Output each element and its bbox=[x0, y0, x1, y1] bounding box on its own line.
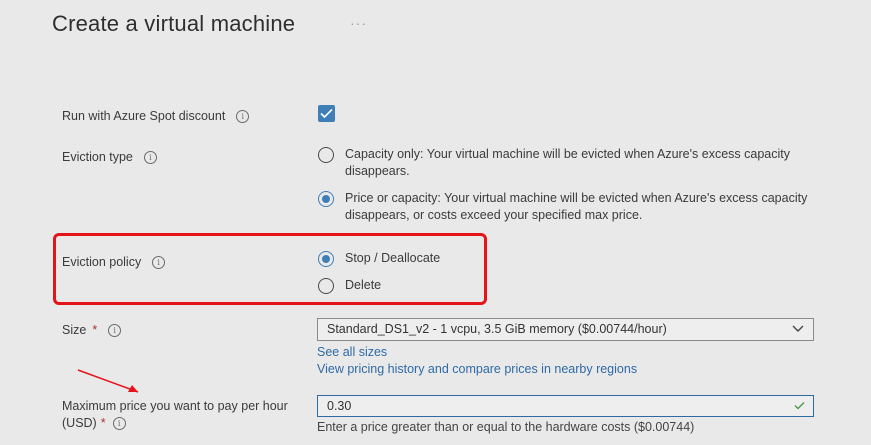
radio-label: Price or capacity: Your virtual machine … bbox=[345, 191, 808, 222]
pricing-history-link[interactable]: View pricing history and compare prices … bbox=[317, 362, 637, 376]
red-arrow-annotation bbox=[77, 369, 139, 393]
size-dropdown[interactable]: Standard_DS1_v2 - 1 vcpu, 3.5 GiB memory… bbox=[317, 318, 814, 341]
eviction-type-option-price-or-capacity[interactable]: Price or capacity: Your virtual machine … bbox=[318, 190, 825, 224]
max-price-label: Maximum price you want to pay per hour (… bbox=[62, 398, 288, 432]
radio-button[interactable] bbox=[318, 147, 334, 163]
radio-label: Delete bbox=[345, 278, 382, 292]
spot-discount-label-text: Run with Azure Spot discount bbox=[62, 109, 226, 123]
chevron-down-icon bbox=[792, 325, 804, 332]
eviction-type-label-text: Eviction type bbox=[62, 150, 133, 164]
radio-button-selected[interactable] bbox=[318, 191, 334, 207]
see-all-sizes-link[interactable]: See all sizes bbox=[317, 345, 387, 359]
max-price-label-line2-row: (USD) * i bbox=[62, 415, 288, 432]
size-dropdown-value: Standard_DS1_v2 - 1 vcpu, 3.5 GiB memory… bbox=[327, 322, 667, 336]
page-title: Create a virtual machine bbox=[52, 11, 296, 36]
eviction-type-label: Eviction type i bbox=[62, 150, 157, 164]
spot-discount-label: Run with Azure Spot discount i bbox=[62, 109, 250, 123]
radio-label: Stop / Deallocate bbox=[345, 251, 441, 265]
max-price-label-line2: (USD) bbox=[62, 416, 97, 430]
eviction-type-option-capacity[interactable]: Capacity only: Your virtual machine will… bbox=[318, 146, 825, 180]
size-label-text: Size bbox=[62, 323, 87, 337]
eviction-policy-option-stop-deallocate[interactable]: Stop / Deallocate bbox=[318, 250, 825, 267]
required-marker: * bbox=[92, 323, 98, 337]
max-price-hint: Enter a price greater than or equal to t… bbox=[317, 420, 695, 434]
max-price-input-value: 0.30 bbox=[327, 399, 352, 413]
radio-label: Capacity only: Your virtual machine will… bbox=[345, 147, 790, 178]
spot-discount-checkbox[interactable] bbox=[318, 105, 335, 122]
radio-button-selected[interactable] bbox=[318, 251, 334, 267]
info-icon[interactable]: i bbox=[108, 323, 122, 337]
max-price-label-line1: Maximum price you want to pay per hour bbox=[62, 399, 288, 413]
max-price-input[interactable]: 0.30 bbox=[317, 395, 814, 417]
highlight-box bbox=[53, 233, 487, 305]
info-icon[interactable]: i bbox=[152, 255, 166, 269]
required-marker: * bbox=[100, 416, 106, 430]
radio-button[interactable] bbox=[318, 278, 334, 294]
info-icon[interactable]: i bbox=[143, 150, 157, 164]
eviction-policy-label: Eviction policy i bbox=[62, 255, 166, 269]
size-label: Size * i bbox=[62, 323, 122, 337]
eviction-policy-label-text: Eviction policy bbox=[62, 255, 142, 269]
more-options-button[interactable]: ··· bbox=[350, 15, 367, 31]
info-icon[interactable]: i bbox=[236, 109, 250, 123]
checkmark-icon bbox=[320, 108, 333, 119]
checkmark-icon bbox=[794, 402, 805, 410]
info-icon[interactable]: i bbox=[112, 417, 126, 430]
eviction-policy-option-delete[interactable]: Delete bbox=[318, 277, 825, 294]
